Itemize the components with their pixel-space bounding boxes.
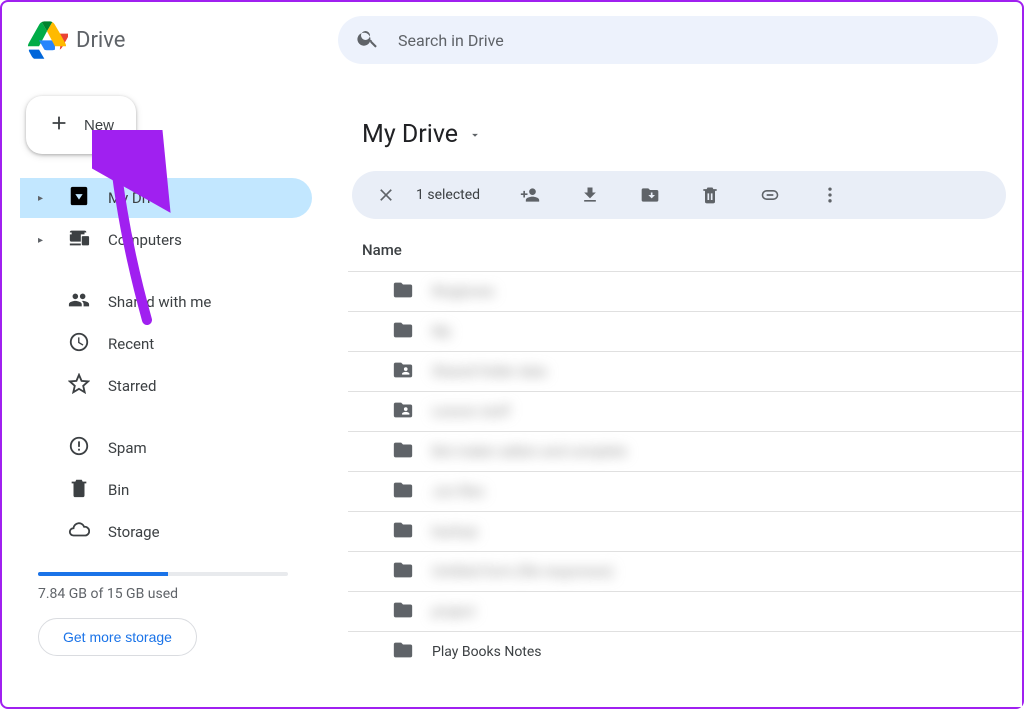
file-row[interactable]: Shared folder data (348, 351, 1022, 391)
file-name: Ringtones (432, 284, 494, 300)
sidebar-item-label: Computers (108, 231, 182, 249)
storage-bar (38, 572, 288, 576)
column-header-name[interactable]: Name (338, 241, 1022, 271)
people-icon (68, 289, 90, 315)
star-icon (68, 373, 90, 399)
file-name: Untitled form (file responses) (432, 564, 613, 580)
plus-icon (48, 112, 70, 138)
devices-icon (68, 227, 90, 253)
sidebar-item-my-drive[interactable]: ▸ My Drive (20, 178, 312, 218)
file-row[interactable]: project (348, 591, 1022, 631)
search-icon (356, 26, 380, 54)
folder-icon (392, 639, 414, 665)
folder-icon (392, 479, 414, 505)
close-icon (376, 185, 396, 205)
share-button[interactable] (520, 185, 540, 205)
folder-icon (392, 279, 414, 305)
sidebar-item-shared-with-me[interactable]: Shared with me (20, 282, 312, 322)
sidebar-item-label: Starred (108, 377, 156, 395)
download-icon (580, 185, 600, 205)
clock-icon (68, 331, 90, 357)
file-name: Bot maker addon and complete (432, 444, 627, 460)
storage-used-text: 7.84 GB of 15 GB used (38, 586, 312, 602)
file-row[interactable]: Untitled form (file responses) (348, 551, 1022, 591)
storage-block: 7.84 GB of 15 GB used Get more storage (20, 554, 312, 656)
more-actions-button[interactable] (820, 185, 840, 205)
chevron-down-icon (468, 128, 482, 142)
trash-icon (68, 477, 90, 503)
file-list: Ringtones My Shared folder data Lesson stuf… (348, 271, 1022, 671)
file-name: Play Books Notes (432, 644, 542, 660)
alert-icon (68, 435, 90, 461)
file-row[interactable]: Ringtones (348, 271, 1022, 311)
file-row[interactable]: Play Books Notes (348, 631, 1022, 671)
file-row[interactable]: Jun files (348, 471, 1022, 511)
breadcrumb-title: My Drive (362, 120, 458, 149)
person-add-icon (520, 185, 540, 205)
folder-icon (392, 319, 414, 345)
drive-icon (68, 185, 90, 211)
file-row[interactable]: Bot maker addon and complete (348, 431, 1022, 471)
folder-icon (392, 519, 414, 545)
sidebar-item-storage[interactable]: Storage (20, 512, 312, 552)
download-button[interactable] (580, 185, 600, 205)
selection-count: 1 selected (416, 187, 480, 203)
clear-selection-button[interactable] (376, 185, 396, 205)
folder-shared-icon (392, 399, 414, 425)
file-name: Shared folder data (432, 364, 547, 380)
trash-icon (700, 185, 720, 205)
main-content: My Drive 1 selected Name Ringtones My Shar… (338, 92, 1022, 707)
expand-caret: ▸ (38, 235, 50, 246)
sidebar-item-recent[interactable]: Recent (20, 324, 312, 364)
file-name: My (432, 324, 451, 340)
file-row[interactable]: Lesson stuff (348, 391, 1022, 431)
folder-icon (392, 599, 414, 625)
file-name: backup (432, 524, 477, 540)
expand-caret: ▸ (38, 193, 50, 204)
file-row[interactable]: My (348, 311, 1022, 351)
folder-icon (392, 559, 414, 585)
app-name: Drive (76, 28, 125, 53)
sidebar-item-label: Recent (108, 335, 154, 353)
search-input[interactable]: Search in Drive (338, 16, 998, 64)
sidebar-item-computers[interactable]: ▸ Computers (20, 220, 312, 260)
get-more-storage-button[interactable]: Get more storage (38, 618, 197, 656)
link-icon (760, 185, 780, 205)
more-vert-icon (820, 185, 840, 205)
sidebar: New ▸ My Drive ▸ Computers Shared with me Rec… (2, 78, 322, 707)
get-link-button[interactable] (760, 185, 780, 205)
drive-logo[interactable]: Drive (26, 17, 338, 63)
file-row[interactable]: backup (348, 511, 1022, 551)
sidebar-item-spam[interactable]: Spam (20, 428, 312, 468)
sidebar-item-label: Storage (108, 523, 160, 541)
file-name: project (432, 604, 475, 620)
drive-icon (26, 17, 68, 63)
sidebar-item-label: Spam (108, 439, 147, 457)
new-button[interactable]: New (26, 96, 136, 154)
breadcrumb[interactable]: My Drive (338, 92, 1022, 171)
selection-action-bar: 1 selected (352, 171, 1006, 219)
folder-move-icon (640, 185, 660, 205)
sidebar-item-starred[interactable]: Starred (20, 366, 312, 406)
sidebar-item-label: Shared with me (108, 293, 211, 311)
sidebar-item-label: My Drive (108, 189, 166, 207)
file-name: Lesson stuff (432, 404, 510, 420)
move-button[interactable] (640, 185, 660, 205)
cloud-icon (68, 519, 90, 545)
file-name: Jun files (432, 484, 484, 500)
folder-shared-icon (392, 359, 414, 385)
delete-button[interactable] (700, 185, 720, 205)
folder-icon (392, 439, 414, 465)
sidebar-item-label: Bin (108, 481, 129, 499)
sidebar-item-bin[interactable]: Bin (20, 470, 312, 510)
new-button-label: New (84, 117, 114, 134)
search-placeholder: Search in Drive (398, 31, 504, 50)
